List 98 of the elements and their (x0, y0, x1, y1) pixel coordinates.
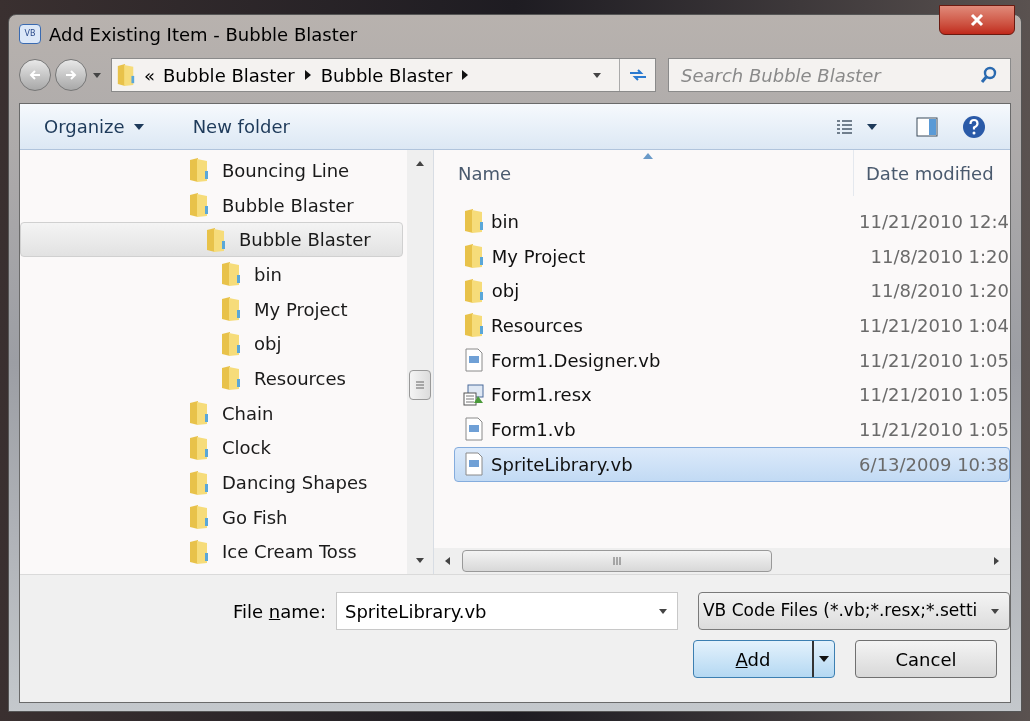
help-icon[interactable] (962, 114, 986, 139)
date-modified: 11/21/2010 12:4 (859, 209, 1009, 234)
file-row[interactable]: obj 11/8/2010 1:20 (454, 273, 1010, 309)
folder-icon (188, 400, 210, 427)
vertical-scrollbar[interactable] (407, 150, 433, 574)
close-button[interactable] (939, 5, 1015, 35)
caret-icon (818, 655, 830, 663)
folder-icon (463, 312, 485, 339)
preview-pane-icon[interactable] (916, 116, 938, 137)
search-field[interactable]: Search Bubble Blaster (668, 58, 1011, 92)
file-name: My Project (491, 244, 587, 269)
folder-icon (220, 296, 242, 323)
tree-item[interactable]: Bubble Blaster (20, 222, 403, 258)
sort-ascending-icon (642, 152, 654, 160)
search-input[interactable]: Search Bubble Blaster (681, 61, 980, 89)
folder-icon (463, 208, 485, 235)
column-header[interactable]: Date modified (854, 150, 1010, 196)
document-icon (465, 417, 483, 442)
forward-arrow-icon (64, 68, 78, 82)
address-bar[interactable]: « Bubble Blaster Bubble Blaster (111, 58, 656, 92)
add-button[interactable]: Add (693, 640, 835, 678)
tree-item[interactable]: obj (20, 326, 403, 362)
file-row[interactable]: Form1.resx 11/21/2010 1:05 (454, 377, 1010, 413)
toolbar-button[interactable]: Organize (44, 113, 145, 140)
tree-item[interactable]: Ice Cream Toss (20, 534, 403, 570)
folder-icon (188, 538, 210, 565)
chevron-right-icon[interactable] (302, 69, 313, 81)
folder-icon (220, 365, 242, 392)
date-modified: 11/21/2010 1:05 (859, 417, 1009, 442)
folder-icon (220, 261, 242, 288)
toolbar-button[interactable]: New folder (192, 113, 290, 140)
breadcrumb[interactable]: Bubble Blaster (163, 61, 295, 89)
tree-item[interactable]: My Project (20, 291, 403, 327)
folder-icon (188, 192, 210, 219)
horizontal-scrollbar[interactable] (434, 548, 1010, 574)
folder-icon (188, 434, 210, 461)
scrollbar-thumb[interactable] (462, 550, 772, 572)
folder-icon (463, 277, 486, 304)
grip-icon (415, 380, 425, 390)
tree-item[interactable]: Bouncing Line (20, 153, 403, 188)
date-modified: 11/21/2010 1:05 (859, 348, 1009, 373)
file-row[interactable]: Resources 11/21/2010 1:04 (454, 308, 1010, 343)
back-button[interactable] (19, 59, 51, 91)
breadcrumb[interactable]: Bubble Blaster (320, 61, 453, 89)
tree-item[interactable]: Bubble Blaster (20, 187, 403, 223)
date-modified: 6/13/2009 10:38 (859, 452, 1009, 477)
view-list-icon[interactable] (836, 118, 854, 135)
file-name-field[interactable]: SpriteLibrary.vb (335, 592, 678, 630)
tree-item[interactable]: Dancing Shapes (20, 465, 403, 500)
file-name: Form1.resx (491, 383, 593, 408)
folder-icon (188, 469, 210, 496)
app-icon: VB (19, 24, 41, 44)
grip-icon (612, 556, 622, 566)
file-name: Form1.vb (491, 417, 577, 442)
folder-icon (463, 243, 486, 270)
caret-icon[interactable] (866, 122, 878, 131)
back-arrow-icon (28, 68, 42, 82)
forward-button[interactable] (55, 59, 87, 91)
file-name-label: File name: (233, 599, 326, 624)
folder-icon (205, 226, 227, 253)
tree-item[interactable]: Resources (20, 361, 403, 396)
file-type-dropdown[interactable]: VB Code Files (*.vb;*.resx;*.setti (697, 592, 1010, 630)
folder-icon (220, 330, 242, 357)
tree-item[interactable]: Chain (20, 395, 403, 431)
date-modified: 11/8/2010 1:20 (870, 279, 1009, 304)
column-header[interactable]: Name (434, 150, 854, 196)
file-row[interactable]: SpriteLibrary.vb 6/13/2009 10:38 (454, 446, 1010, 482)
folder-icon (116, 63, 136, 87)
overflow-chevron[interactable]: « (144, 61, 155, 89)
file-name: obj (491, 279, 521, 304)
file-type-value: VB Code Files (*.vb;*.resx;*.setti (702, 599, 979, 623)
search-icon (980, 66, 998, 84)
resource-file-icon (463, 382, 485, 407)
file-row[interactable]: bin 11/21/2010 12:4 (454, 204, 1010, 239)
tree-item[interactable]: Clock (20, 430, 403, 466)
file-row[interactable]: My Project 11/8/2010 1:20 (454, 238, 1010, 274)
date-modified: 11/21/2010 1:05 (859, 383, 1009, 408)
folder-icon (188, 157, 210, 184)
file-row[interactable]: Form1.Designer.vb 11/21/2010 1:05 (454, 342, 1010, 378)
date-modified: 11/21/2010 1:04 (859, 313, 1009, 338)
refresh-icon (627, 67, 648, 83)
tree-item[interactable]: bin (20, 257, 403, 292)
window-title: Add Existing Item - Bubble Blaster (49, 22, 358, 47)
folder-icon (188, 504, 210, 531)
file-name-input[interactable]: SpriteLibrary.vb (344, 597, 657, 625)
document-icon (465, 452, 483, 477)
file-name: SpriteLibrary.vb (491, 452, 634, 477)
date-modified: 11/8/2010 1:20 (870, 244, 1009, 269)
scrollbar-thumb[interactable] (409, 370, 431, 400)
file-name: Form1.Designer.vb (491, 348, 662, 373)
file-name: Resources (491, 313, 584, 338)
close-icon (970, 13, 984, 27)
cancel-button[interactable]: Cancel (855, 640, 997, 678)
tree-item[interactable]: Go Fish (20, 499, 403, 535)
file-row[interactable]: Form1.vb 11/21/2010 1:05 (454, 412, 1010, 447)
caret-icon (132, 122, 145, 131)
document-icon (465, 348, 483, 373)
file-name: bin (491, 209, 520, 234)
